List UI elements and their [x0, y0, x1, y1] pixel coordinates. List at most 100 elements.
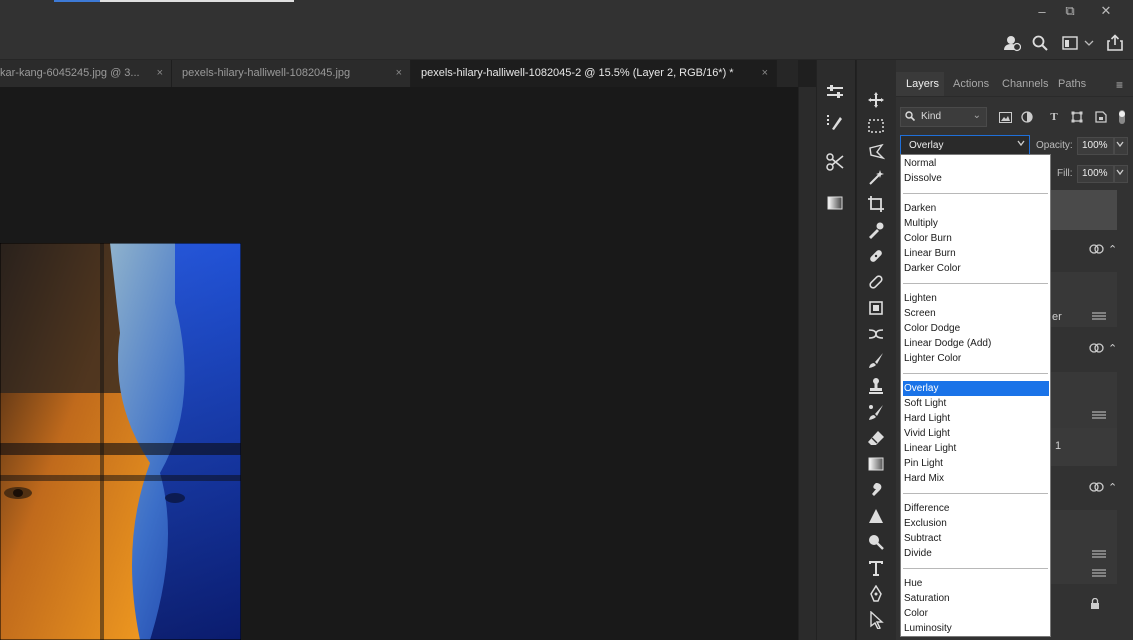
blend-mode-option[interactable]: Color Dodge: [903, 321, 1049, 336]
share-icon[interactable]: [1105, 33, 1125, 53]
blend-mode-option[interactable]: Divide: [903, 546, 1049, 561]
pen-icon[interactable]: [863, 583, 889, 605]
adjust-icon[interactable]: [1092, 311, 1106, 324]
tab-kar-kang[interactable]: kar-kang-6045245.jpg @ 3... ×: [0, 60, 172, 87]
crop-icon[interactable]: [863, 193, 889, 215]
link-icon[interactable]: [1089, 243, 1105, 258]
move-icon[interactable]: [863, 89, 889, 111]
tool-presets-icon[interactable]: [822, 151, 848, 173]
blend-mode-option[interactable]: Color Burn: [903, 231, 1049, 246]
adjustments-icon[interactable]: [822, 111, 848, 133]
panel-menu-icon[interactable]: ≡: [1116, 78, 1123, 92]
tab-hilary-halliwell-2[interactable]: pexels-hilary-halliwell-1082045-2 @ 15.5…: [411, 60, 777, 87]
filter-toggle-icon[interactable]: [1117, 110, 1127, 124]
link-icon[interactable]: [1089, 481, 1105, 496]
path-select-icon[interactable]: [863, 609, 889, 631]
chevron-up-icon[interactable]: ⌃: [1108, 481, 1117, 494]
stamp-icon[interactable]: [863, 375, 889, 397]
brush-icon[interactable]: [863, 349, 889, 371]
user-icon[interactable]: [1002, 33, 1022, 53]
tab-actions[interactable]: Actions: [953, 72, 989, 96]
blend-mode-option[interactable]: Difference: [903, 501, 1049, 516]
blend-mode-option[interactable]: Soft Light: [903, 396, 1049, 411]
blend-mode-option[interactable]: Darker Color: [903, 261, 1049, 276]
gradient-icon[interactable]: [863, 453, 889, 475]
dodge-icon[interactable]: [863, 531, 889, 553]
lock-icon[interactable]: [1090, 597, 1100, 613]
blend-mode-option[interactable]: Hard Mix: [903, 471, 1049, 486]
adjust-icon[interactable]: [1092, 549, 1106, 562]
adjust-icon[interactable]: [1092, 410, 1106, 423]
adjustment-filter-icon[interactable]: [1019, 109, 1035, 125]
blend-mode-option[interactable]: Hue: [903, 576, 1049, 591]
chevron-down-icon[interactable]: [1082, 33, 1096, 53]
frame-icon[interactable]: [863, 297, 889, 319]
search-icon[interactable]: [1030, 33, 1050, 53]
blend-mode-option[interactable]: Normal: [903, 156, 1049, 171]
eraser-icon[interactable]: [863, 427, 889, 449]
fill-dropdown[interactable]: [1114, 165, 1128, 183]
layer-row-selected[interactable]: [1051, 190, 1117, 230]
blend-mode-option[interactable]: Overlay: [903, 381, 1049, 396]
close-icon[interactable]: ×: [396, 60, 402, 87]
tab-channels[interactable]: Channels: [1002, 72, 1048, 96]
healing-icon[interactable]: [863, 245, 889, 267]
restore-button[interactable]: ⧉: [1054, 0, 1086, 22]
fill-input[interactable]: 100%: [1077, 165, 1114, 183]
tab-paths[interactable]: Paths: [1058, 72, 1086, 96]
type-icon[interactable]: [863, 557, 889, 579]
blend-mode-option[interactable]: Screen: [903, 306, 1049, 321]
workspace-icon[interactable]: [1060, 33, 1080, 53]
layer-row[interactable]: [1051, 372, 1117, 428]
title-bar: – ⧉ ✕: [0, 0, 1133, 25]
blend-mode-option[interactable]: Lighten: [903, 291, 1049, 306]
pixel-filter-icon[interactable]: [997, 109, 1013, 125]
blend-mode-option[interactable]: Linear Dodge (Add): [903, 336, 1049, 351]
blend-mode-option[interactable]: Exclusion: [903, 516, 1049, 531]
history-brush-icon[interactable]: [863, 401, 889, 423]
kind-filter-select[interactable]: Kind ⌄: [900, 107, 987, 127]
close-icon[interactable]: ×: [157, 60, 163, 87]
blend-mode-option[interactable]: Subtract: [903, 531, 1049, 546]
blend-mode-option[interactable]: Color: [903, 606, 1049, 621]
blend-mode-option[interactable]: Vivid Light: [903, 426, 1049, 441]
smart-object-filter-icon[interactable]: [1093, 109, 1109, 125]
close-icon[interactable]: ×: [762, 60, 768, 87]
document-image[interactable]: [0, 243, 241, 640]
chevron-up-icon[interactable]: ⌃: [1108, 342, 1117, 355]
lasso-icon[interactable]: [863, 141, 889, 163]
blend-mode-option[interactable]: Linear Burn: [903, 246, 1049, 261]
marquee-icon[interactable]: [863, 115, 889, 137]
blend-mode-option[interactable]: Multiply: [903, 216, 1049, 231]
chevron-up-icon[interactable]: ⌃: [1108, 243, 1117, 256]
tab-hilary-halliwell[interactable]: pexels-hilary-halliwell-1082045.jpg ×: [172, 60, 411, 87]
magic-wand-icon[interactable]: [863, 167, 889, 189]
eyedropper-icon[interactable]: [863, 219, 889, 241]
tab-layers-label[interactable]: Layers: [906, 72, 939, 96]
sharpen-icon[interactable]: [863, 505, 889, 527]
blend-mode-option[interactable]: Dissolve: [903, 171, 1049, 186]
smudge-icon[interactable]: [863, 479, 889, 501]
blend-mode-option[interactable]: Hard Light: [903, 411, 1049, 426]
blend-mode-option[interactable]: Linear Light: [903, 441, 1049, 456]
link-icon[interactable]: [1089, 342, 1105, 357]
close-window-button[interactable]: ✕: [1090, 0, 1122, 22]
blend-mode-select[interactable]: Overlay: [900, 135, 1030, 155]
type-filter-icon[interactable]: T: [1046, 109, 1062, 125]
gradient-panel-icon[interactable]: [822, 192, 848, 214]
options-bar: [0, 24, 1133, 60]
blend-mode-option[interactable]: Pin Light: [903, 456, 1049, 471]
blend-mode-option[interactable]: Darken: [903, 201, 1049, 216]
bandage-icon[interactable]: [863, 271, 889, 293]
opacity-dropdown[interactable]: [1114, 137, 1128, 155]
blend-mode-option[interactable]: Saturation: [903, 591, 1049, 606]
blend-mode-option[interactable]: Luminosity: [903, 621, 1049, 636]
shape-filter-icon[interactable]: [1069, 109, 1085, 125]
blend-mode-option[interactable]: Lighter Color: [903, 351, 1049, 366]
patch-icon[interactable]: [863, 323, 889, 345]
layer-row[interactable]: [1051, 510, 1117, 584]
vertical-scrollbar[interactable]: [798, 87, 817, 640]
properties-icon[interactable]: [822, 82, 848, 104]
opacity-input[interactable]: 100%: [1077, 137, 1114, 155]
adjust-icon[interactable]: [1092, 568, 1106, 581]
